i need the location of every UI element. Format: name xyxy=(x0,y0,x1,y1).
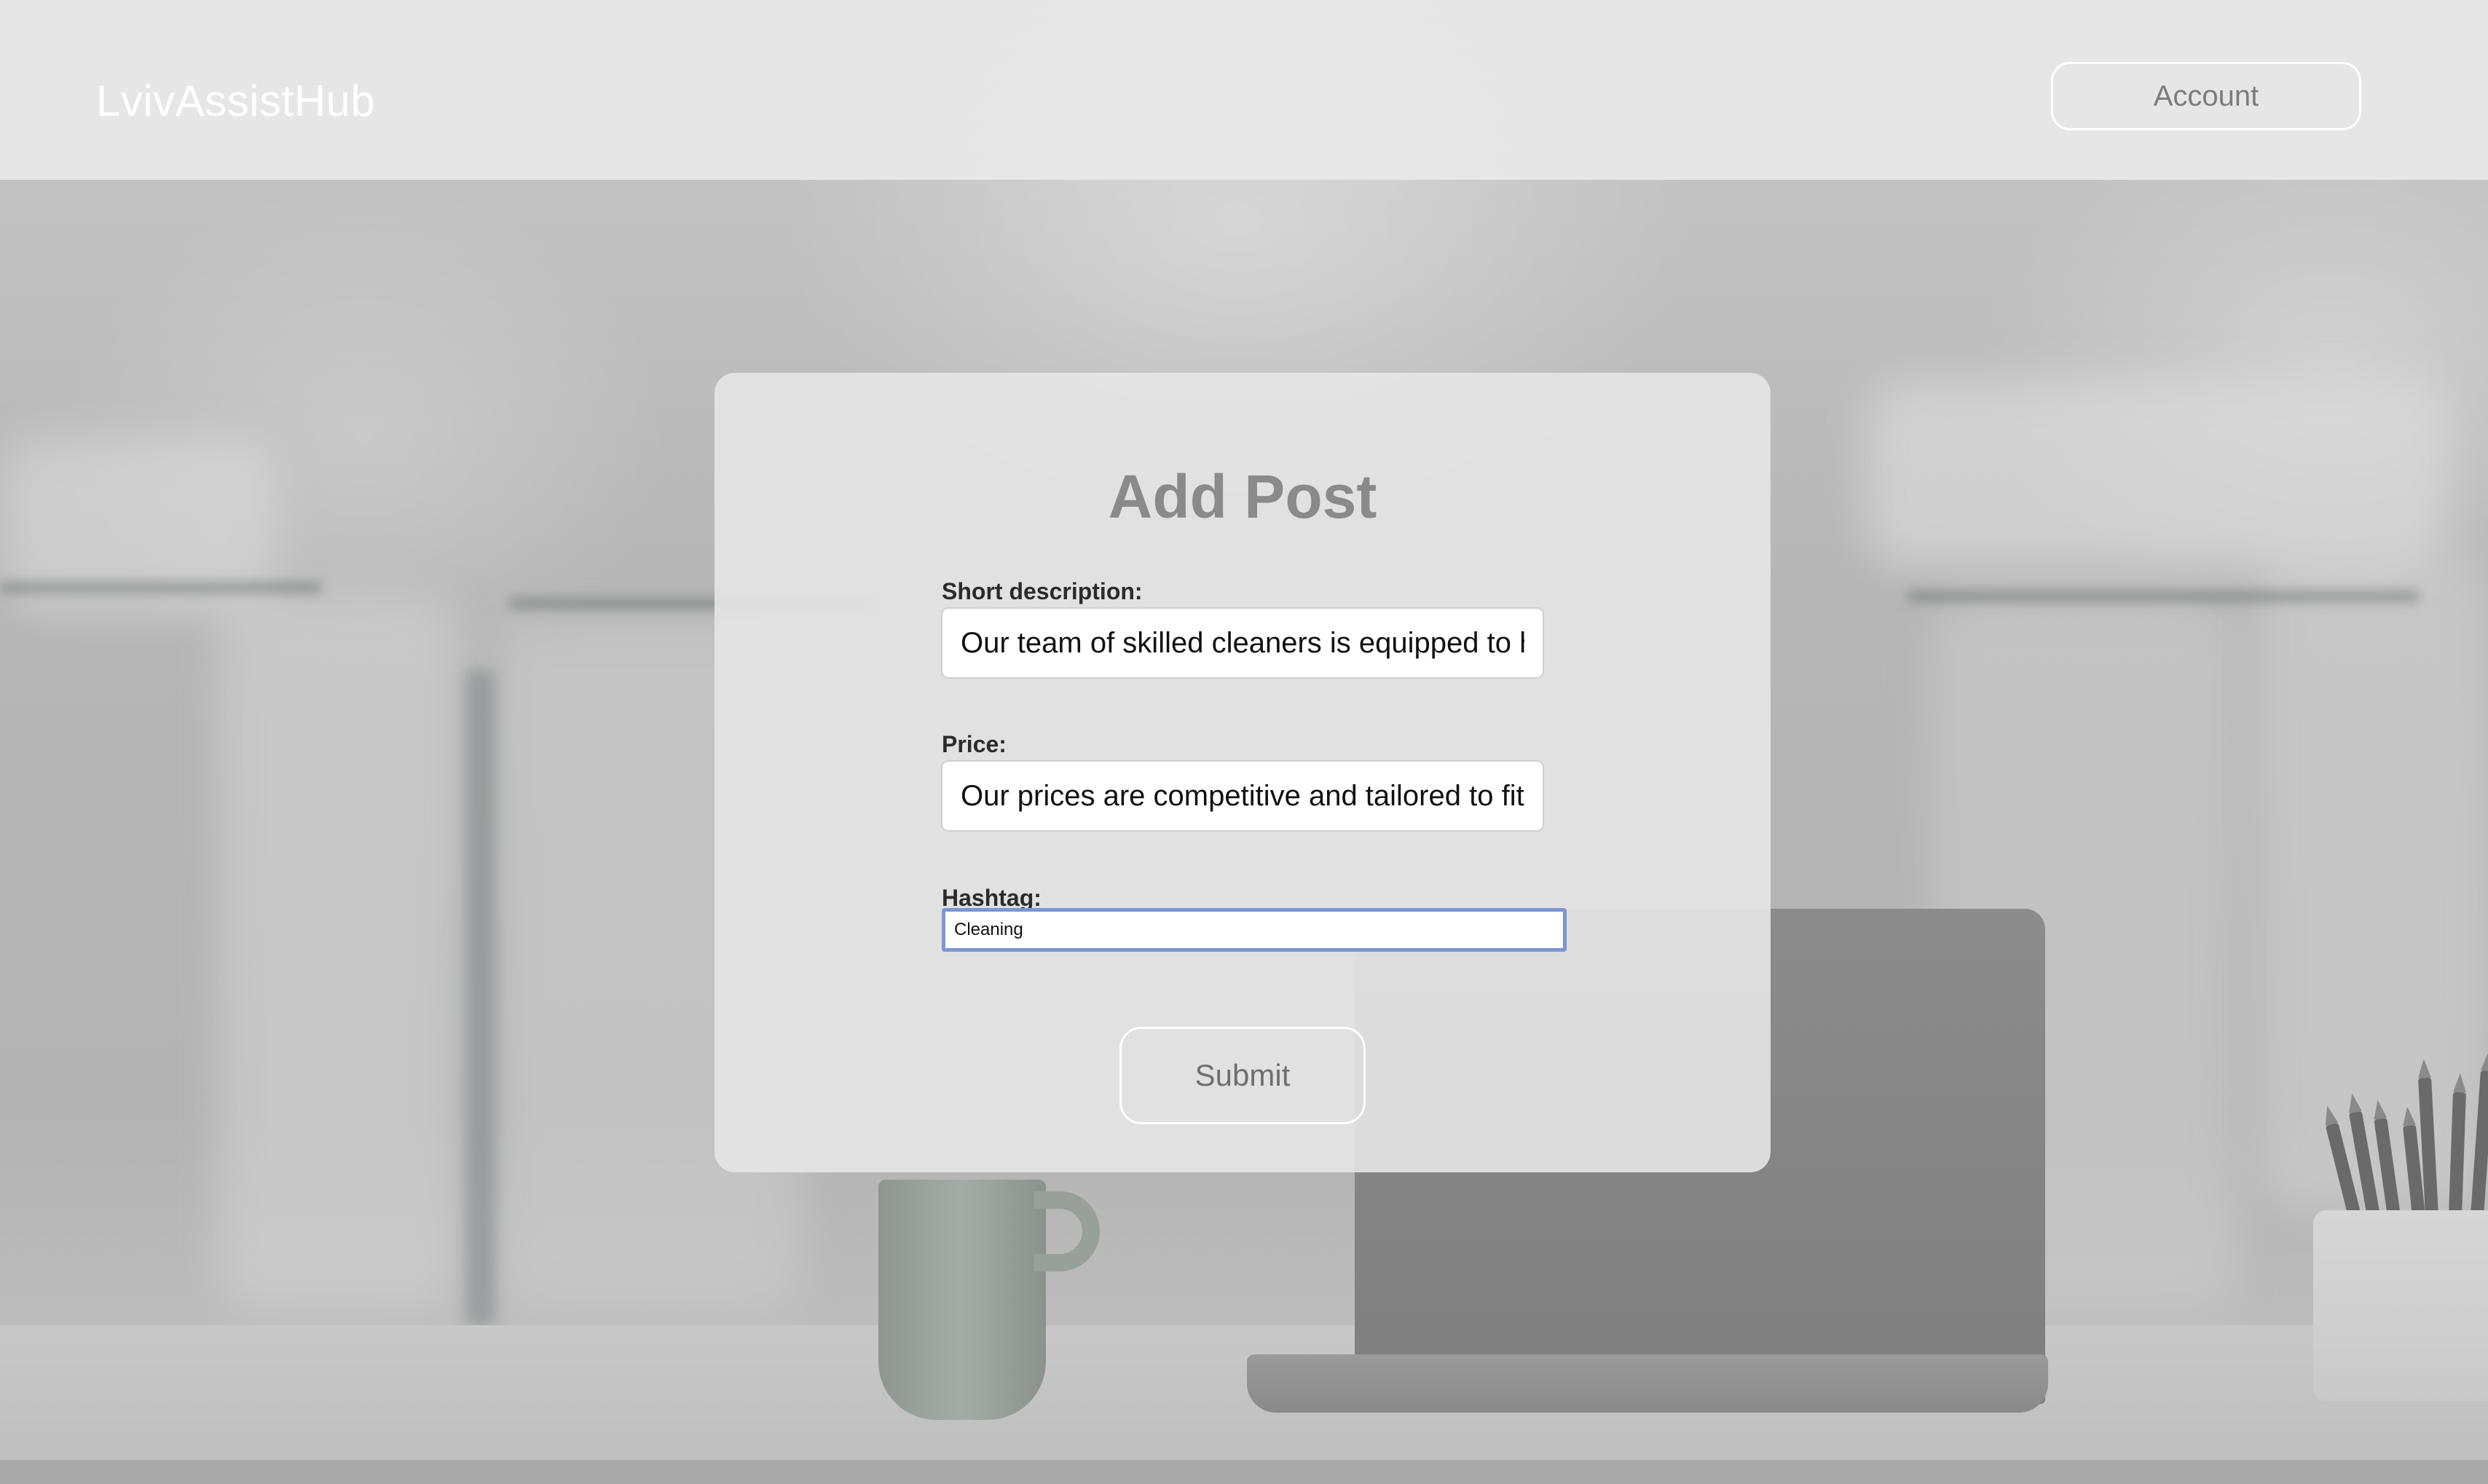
submit-button[interactable]: Submit xyxy=(1119,1027,1366,1124)
short-description-label: Short description: xyxy=(942,578,1143,604)
brand-logo[interactable]: LvivAssistHub xyxy=(96,76,375,127)
mug-image xyxy=(878,1180,1046,1420)
price-input[interactable] xyxy=(942,762,1543,830)
hashtag-input[interactable] xyxy=(942,908,1567,952)
add-post-card: Add Post Short description: Price: Hasht… xyxy=(714,373,1771,1172)
account-button[interactable]: Account xyxy=(2051,62,2361,130)
top-navbar: LvivAssistHub Account xyxy=(0,0,2488,180)
page-title: Add Post xyxy=(1108,462,1377,531)
short-description-input[interactable] xyxy=(942,609,1543,677)
pencil-cup-image xyxy=(2313,1210,2488,1401)
price-label: Price: xyxy=(942,731,1007,757)
